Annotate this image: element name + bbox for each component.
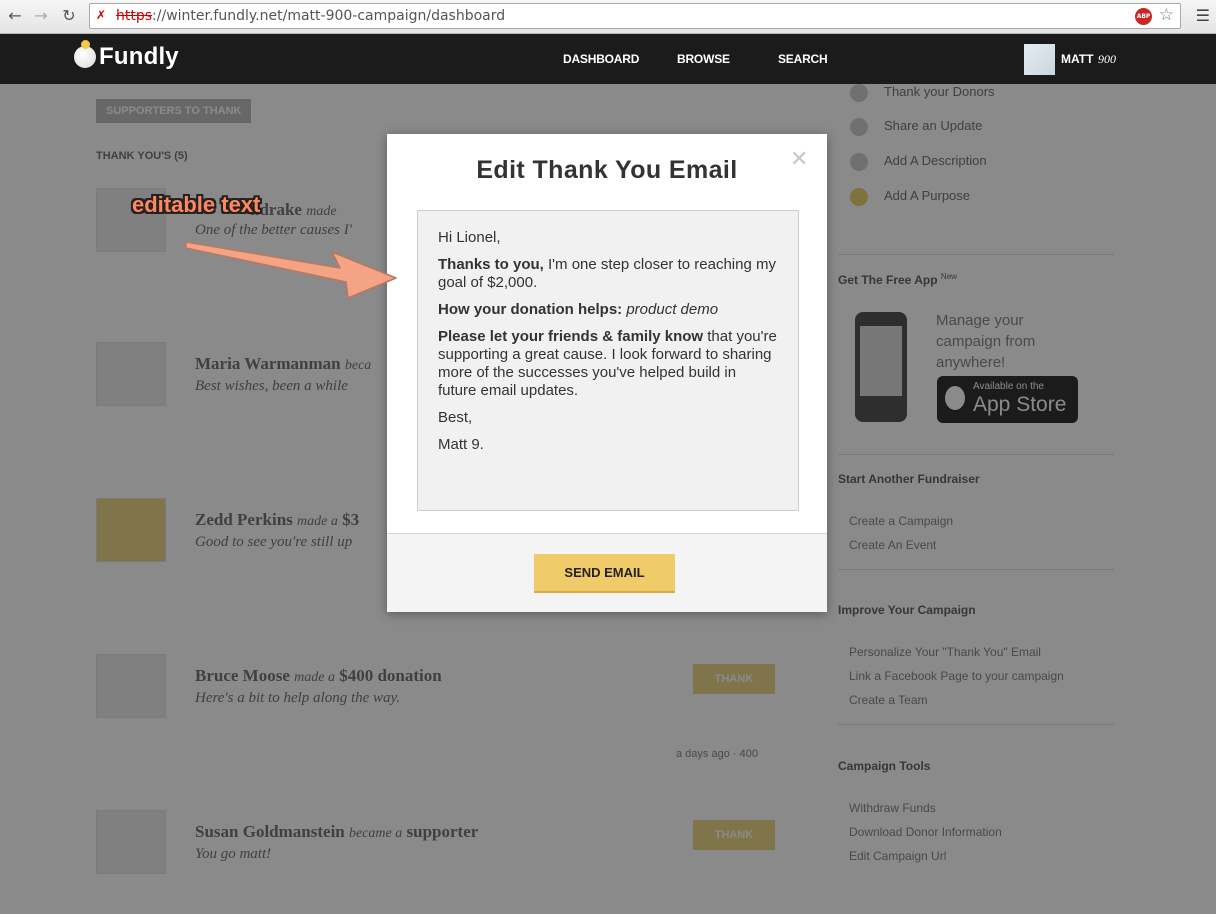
bookmark-star-icon[interactable]: ☆ <box>1159 5 1174 25</box>
nav-search[interactable]: SEARCH <box>778 52 828 66</box>
fundly-logo-icon[interactable] <box>74 40 96 68</box>
email-signoff: Best, <box>438 409 473 426</box>
logo-text[interactable]: Fundly <box>99 43 179 71</box>
modal-footer: SEND EMAIL <box>387 533 827 612</box>
close-icon[interactable]: ✕ <box>790 148 808 172</box>
email-bold-text: How your donation helps: <box>438 301 623 318</box>
reload-icon[interactable]: ↻ <box>58 5 80 27</box>
send-email-button[interactable]: SEND EMAIL <box>534 554 675 593</box>
avatar[interactable] <box>1024 44 1055 75</box>
email-bold-text: Please let your friends & family know <box>438 328 704 345</box>
email-body-editor[interactable]: Hi Lionel, Thanks to you, I'm one step c… <box>417 210 799 511</box>
annotation-label: editable text <box>132 192 261 217</box>
email-greeting: Hi Lionel, <box>438 229 501 246</box>
back-arrow-icon[interactable]: ← <box>4 5 26 27</box>
forward-arrow-icon[interactable]: → <box>30 5 52 27</box>
site-header: Fundly DASHBOARD BROWSE SEARCH MATT 900 <box>0 34 1216 84</box>
email-paragraph: How your donation helps: product demo <box>438 301 778 319</box>
insecure-lock-icon: ✗ <box>96 8 107 22</box>
address-bar[interactable]: ✗ https://winter.fundly.net/matt-900-cam… <box>89 3 1181 29</box>
adblock-icon[interactable]: ABP <box>1135 8 1152 25</box>
modal-title: Edit Thank You Email <box>476 156 738 184</box>
email-signature: Matt 9. <box>438 436 484 453</box>
browser-menu-icon[interactable]: ☰ <box>1196 6 1210 25</box>
url-protocol: https <box>116 8 153 24</box>
email-italic-text: product demo <box>622 301 719 318</box>
email-bold-text: Thanks to you, <box>438 256 544 273</box>
email-paragraph: Please let your friends & family know th… <box>438 328 778 400</box>
nav-dashboard[interactable]: DASHBOARD <box>563 52 639 66</box>
browser-toolbar: ← → ↻ ✗ https://winter.fundly.net/matt-9… <box>0 0 1216 34</box>
email-paragraph: Thanks to you, I'm one step closer to re… <box>438 256 778 292</box>
url-path: ://winter.fundly.net/matt-900-campaign/d… <box>152 8 506 24</box>
user-number[interactable]: 900 <box>1098 52 1116 67</box>
url-text: https://winter.fundly.net/matt-900-campa… <box>116 8 505 24</box>
annotation-arrow-icon <box>185 241 397 299</box>
nav-browse[interactable]: BROWSE <box>677 52 730 66</box>
user-name[interactable]: MATT <box>1061 52 1093 66</box>
edit-thank-you-modal: Edit Thank You Email ✕ Hi Lionel, Thanks… <box>387 134 827 612</box>
